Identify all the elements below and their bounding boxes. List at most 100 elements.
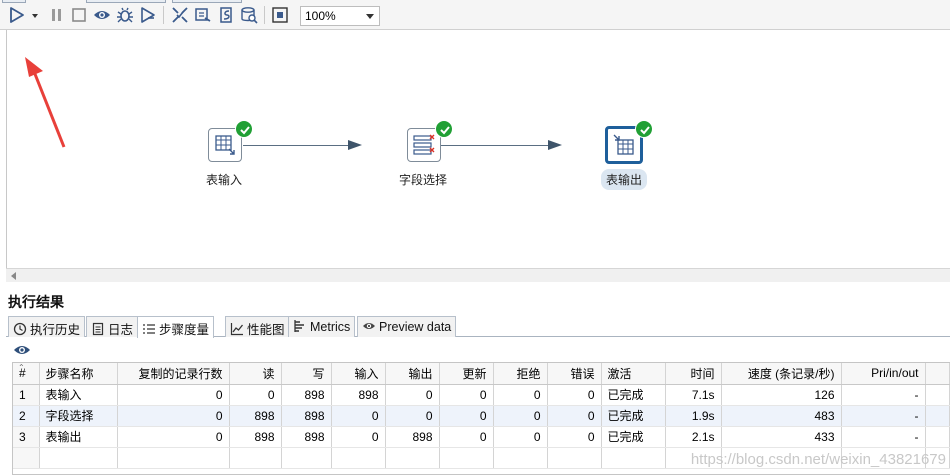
ok-check-icon xyxy=(635,120,653,138)
cell-updated: 0 xyxy=(439,426,494,448)
tab-label: 性能图 xyxy=(247,323,285,337)
column-header[interactable]: 写 xyxy=(281,363,332,385)
cell-active: 已完成 xyxy=(601,384,666,406)
column-header[interactable]: 错误 xyxy=(547,363,602,385)
cell-errors: 0 xyxy=(547,405,602,427)
cell-step-name: 表输出 xyxy=(39,426,118,448)
preview-eye-icon xyxy=(362,319,376,333)
tab-metrics[interactable]: Metrics xyxy=(288,316,356,337)
editor-tab-strip xyxy=(0,0,300,4)
select-values-icon xyxy=(413,134,435,155)
results-tabs: 执行历史 日志 步骤度量 性能图 Metrics Preview data xyxy=(6,315,950,338)
column-header[interactable]: 读 xyxy=(229,363,282,385)
hop-arrowhead xyxy=(348,140,362,150)
tab-performance-graph[interactable]: 性能图 xyxy=(225,316,290,337)
pause-icon[interactable] xyxy=(48,6,66,24)
column-header[interactable]: ⌃ # xyxy=(13,363,40,385)
hop-line[interactable] xyxy=(243,145,353,146)
editor-tab-fragment[interactable] xyxy=(86,0,166,3)
sort-icon: ⌃ xyxy=(18,363,25,372)
column-header[interactable]: 复制的记录行数 xyxy=(117,363,230,385)
chevron-down-icon[interactable] xyxy=(366,14,374,19)
cell-input: 0 xyxy=(331,426,386,448)
cell-step-name: 表输入 xyxy=(39,384,118,406)
column-header[interactable]: 输出 xyxy=(385,363,440,385)
row-number: 2 xyxy=(13,405,40,427)
cell-filler xyxy=(925,426,950,448)
tab-label: Metrics xyxy=(310,320,351,334)
cell-output: 0 xyxy=(385,405,440,427)
replay-icon[interactable] xyxy=(139,6,157,24)
table-row[interactable]: 3 表输出 0 898 898 0 898 0 0 0 已完成 2.1s 433… xyxy=(13,426,950,448)
tab-step-metrics[interactable]: 步骤度量 xyxy=(137,316,215,338)
show-results-icon[interactable] xyxy=(271,6,289,24)
watermark: https://blog.csdn.net/weixin_43821679 xyxy=(690,451,946,468)
column-header[interactable]: 更新 xyxy=(439,363,494,385)
column-header[interactable]: 输入 xyxy=(331,363,386,385)
editor-tab-fragment[interactable] xyxy=(172,0,242,3)
ok-check-icon xyxy=(235,120,253,138)
history-icon xyxy=(13,322,27,336)
cell-pri-in-out: - xyxy=(841,405,926,427)
row-number: 3 xyxy=(13,426,40,448)
tab-label: 日志 xyxy=(108,323,134,337)
column-header-filler xyxy=(925,363,950,385)
cell-speed: 126 xyxy=(721,384,842,406)
transformation-toolbar: 100% xyxy=(0,0,950,30)
cell-filler xyxy=(925,384,950,406)
tab-label: Preview data xyxy=(379,320,452,334)
cell-updated: 0 xyxy=(439,405,494,427)
table-row[interactable]: 2 字段选择 0 898 898 0 0 0 0 0 已完成 1.9s 483 … xyxy=(13,405,950,427)
eye-icon[interactable] xyxy=(13,342,31,358)
cell-time: 1.9s xyxy=(665,405,722,427)
hop-arrowhead xyxy=(548,140,562,150)
canvas-horizontal-scrollbar[interactable] xyxy=(6,268,950,282)
hop-line[interactable] xyxy=(441,145,551,146)
cell-output: 0 xyxy=(385,384,440,406)
column-header[interactable]: 拒绝 xyxy=(493,363,548,385)
tab-execution-history[interactable]: 执行历史 xyxy=(8,316,86,337)
cell-written: 898 xyxy=(281,405,332,427)
tab-log[interactable]: 日志 xyxy=(86,316,139,337)
impact-icon[interactable] xyxy=(194,6,212,24)
column-header[interactable]: 时间 xyxy=(665,363,722,385)
tab-preview-data[interactable]: Preview data xyxy=(357,316,457,337)
scroll-left-icon[interactable] xyxy=(11,272,16,280)
cell-time: 7.1s xyxy=(665,384,722,406)
preview-icon[interactable] xyxy=(93,6,111,24)
run-options-icon[interactable] xyxy=(30,6,40,24)
cell-errors: 0 xyxy=(547,426,602,448)
cell-copy: 0 xyxy=(117,426,230,448)
table-row[interactable]: 1 表输入 0 0 898 898 0 0 0 0 已完成 7.1s 126 - xyxy=(13,384,950,406)
cell-rejected: 0 xyxy=(493,384,548,406)
step-label: 字段选择 xyxy=(399,173,448,187)
tab-label: 步骤度量 xyxy=(159,323,210,337)
column-header[interactable]: 激活 xyxy=(601,363,666,385)
editor-tab-fragment[interactable] xyxy=(2,0,26,3)
cell-copy: 0 xyxy=(117,405,230,427)
verify-icon[interactable] xyxy=(171,6,189,24)
column-header[interactable]: Pri/in/out xyxy=(841,363,926,385)
cell-read: 898 xyxy=(229,405,282,427)
table-header-row: ⌃ # 步骤名称 复制的记录行数 读 写 输入 输出 更新 拒绝 错误 激活 时间… xyxy=(13,363,950,385)
stop-icon[interactable] xyxy=(70,6,88,24)
log-icon xyxy=(91,322,105,336)
cell-written: 898 xyxy=(281,426,332,448)
run-icon[interactable] xyxy=(8,6,26,24)
cell-read: 898 xyxy=(229,426,282,448)
table-input-icon xyxy=(215,135,235,155)
column-header[interactable]: 速度 (条记录/秒) xyxy=(721,363,842,385)
sql-icon[interactable] xyxy=(217,6,235,24)
perf-graph-icon xyxy=(230,322,244,336)
explore-db-icon[interactable] xyxy=(240,6,258,24)
debug-icon[interactable] xyxy=(116,6,134,24)
cell-time: 2.1s xyxy=(665,426,722,448)
transformation-canvas[interactable]: 表输入 字段选择 表输出 xyxy=(6,30,950,270)
column-header[interactable]: 步骤名称 xyxy=(39,363,118,385)
step-metrics-icon xyxy=(142,322,156,336)
zoom-select[interactable]: 100% xyxy=(300,6,380,26)
cell-written: 898 xyxy=(281,384,332,406)
row-number: 1 xyxy=(13,384,40,406)
cell-speed: 433 xyxy=(721,426,842,448)
step-metrics-table: ⌃ # 步骤名称 复制的记录行数 读 写 输入 输出 更新 拒绝 错误 激活 时间… xyxy=(12,362,950,475)
